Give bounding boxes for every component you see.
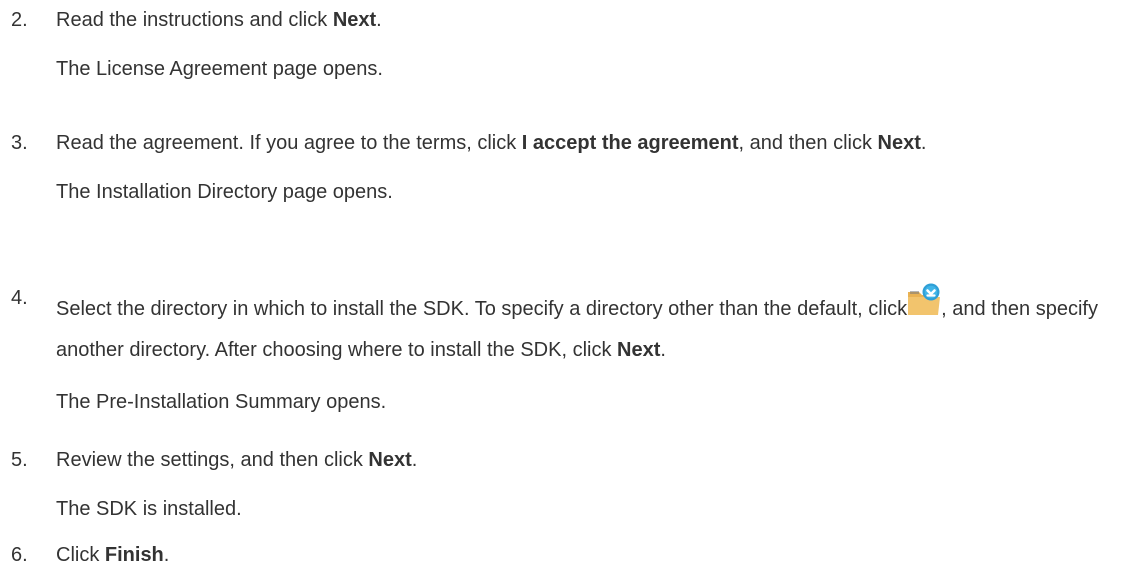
folder-browse-icon bbox=[907, 283, 941, 317]
action-label: Finish bbox=[104, 544, 164, 566]
instruction-text: . bbox=[920, 132, 927, 154]
step-instruction: Select the directory in which to install… bbox=[56, 283, 1128, 371]
step-number: 2. bbox=[11, 9, 28, 31]
step-result: The Installation Directory page opens. bbox=[56, 181, 393, 203]
step-instruction: Read the agreement. If you agree to the … bbox=[56, 129, 1128, 158]
step-number: 3. bbox=[11, 132, 28, 154]
step-instruction: Read the instructions and click Next. bbox=[56, 6, 1128, 35]
action-label: Next bbox=[617, 339, 661, 361]
step-4: 4. Select the directory in which to inst… bbox=[0, 283, 1128, 417]
step-6: 6. Click Finish. bbox=[0, 541, 1128, 570]
step-2: 2. Read the instructions and click Next.… bbox=[0, 6, 1128, 84]
instruction-text: Click bbox=[56, 544, 105, 566]
step-number: 4. bbox=[11, 287, 28, 309]
action-label: I accept the agreement bbox=[521, 132, 739, 154]
instruction-text: . bbox=[163, 544, 170, 566]
instruction-text: Read the instructions and click bbox=[56, 9, 333, 31]
instruction-text: . bbox=[411, 449, 418, 471]
instruction-text: . bbox=[376, 9, 382, 31]
step-instruction: Review the settings, and then click Next… bbox=[56, 446, 1128, 475]
step-result: The License Agreement page opens. bbox=[56, 58, 383, 80]
action-label: Next bbox=[877, 132, 921, 154]
instruction-text: . bbox=[660, 339, 666, 361]
instruction-text: Review the settings, and then click bbox=[56, 449, 369, 471]
step-5: 5. Review the settings, and then click N… bbox=[0, 446, 1128, 524]
instruction-text: , and then click bbox=[738, 132, 878, 154]
action-label: Next bbox=[332, 9, 377, 31]
step-instruction: Click Finish. bbox=[56, 541, 1128, 570]
step-result: The Pre-Installation Summary opens. bbox=[56, 391, 387, 413]
instruction-text: Read the agreement. If you agree to the … bbox=[56, 132, 522, 154]
step-result: The SDK is installed. bbox=[56, 498, 242, 520]
step-number: 6. bbox=[11, 544, 28, 566]
step-3: 3. Read the agreement. If you agree to t… bbox=[0, 129, 1128, 207]
step-number: 5. bbox=[11, 449, 28, 471]
document-page: 2. Read the instructions and click Next.… bbox=[0, 0, 1128, 577]
action-label: Next bbox=[368, 449, 412, 471]
instruction-text: Select the directory in which to install… bbox=[56, 298, 908, 320]
